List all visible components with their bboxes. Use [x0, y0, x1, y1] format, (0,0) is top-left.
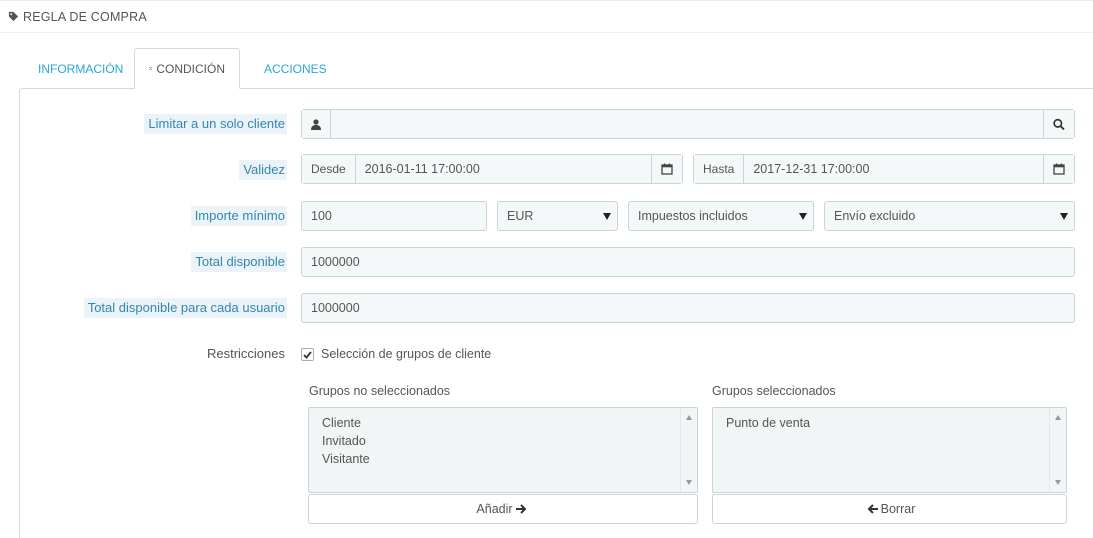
list-item[interactable]: Invitado [322, 432, 684, 450]
minimum-amount-value: 100 [311, 209, 332, 223]
date-from-field[interactable]: Desde 2016-01-11 17:00:00 [301, 154, 683, 184]
add-group-button[interactable]: Añadir [308, 494, 698, 524]
shuffle-icon [149, 67, 153, 70]
selected-groups-list[interactable]: Punto de venta [712, 407, 1067, 493]
list-item[interactable]: Visitante [322, 450, 684, 468]
unselected-groups-title: Grupos no seleccionados [309, 384, 451, 398]
customer-search-field[interactable] [301, 109, 1075, 139]
total-per-user-input[interactable]: 1000000 [301, 293, 1075, 323]
validity-label: Validez [239, 160, 287, 180]
scroll-up-icon[interactable] [1055, 415, 1061, 420]
shipping-value: Envío excluido [834, 209, 916, 223]
check-icon [303, 350, 312, 359]
total-per-user-label: Total disponible para cada usuario [83, 298, 287, 318]
tax-value: Impuestos incluidos [638, 209, 748, 223]
tab-informacion[interactable]: INFORMACIÓN [20, 48, 134, 89]
minimum-amount-input[interactable]: 100 [301, 201, 487, 231]
date-from-input[interactable]: 2016-01-11 17:00:00 [356, 162, 651, 176]
date-to-addon: Hasta [694, 155, 745, 183]
tab-condicion[interactable]: CONDICIÓN [134, 48, 240, 89]
group-restriction-label[interactable]: Selección de grupos de cliente [321, 347, 491, 361]
tab-acciones[interactable]: ACCIONES [246, 48, 336, 89]
shipping-select[interactable]: Envío excluido [824, 201, 1075, 231]
list-item[interactable]: Cliente [322, 414, 684, 432]
add-button-label: Añadir [476, 502, 513, 516]
date-to-input[interactable]: 2017-12-31 17:00:00 [744, 162, 1043, 176]
tab-label: ACCIONES [264, 61, 327, 76]
scroll-down-icon[interactable] [1055, 480, 1061, 485]
scroll-up-icon[interactable] [686, 415, 692, 420]
panel-heading: REGLA DE COMPRA [0, 0, 1093, 33]
arrow-left-icon [867, 504, 878, 514]
total-available-label: Total disponible [191, 252, 287, 272]
remove-group-button[interactable]: Borrar [712, 494, 1067, 524]
scrollbar[interactable] [1049, 408, 1066, 492]
total-available-value: 1000000 [311, 255, 360, 269]
chevron-down-icon [603, 212, 611, 220]
customer-label: Limitar a un solo cliente [144, 114, 287, 134]
currency-select[interactable]: EUR [497, 201, 618, 231]
chevron-down-icon [1060, 212, 1068, 220]
tab-label: CONDICIÓN [156, 61, 225, 76]
calendar-icon[interactable] [1043, 155, 1074, 183]
total-per-user-value: 1000000 [311, 301, 360, 315]
scrollbar[interactable] [680, 408, 697, 492]
user-icon [302, 110, 331, 138]
minimum-amount-label: Importe mínimo [190, 206, 287, 226]
remove-button-label: Borrar [880, 502, 916, 516]
list-item[interactable]: Punto de venta [726, 414, 1053, 432]
currency-value: EUR [507, 209, 534, 223]
arrow-right-icon [515, 504, 526, 514]
unselected-groups-list[interactable]: Cliente Invitado Visitante [308, 407, 698, 493]
scroll-down-icon[interactable] [686, 480, 692, 485]
panel-title: REGLA DE COMPRA [23, 9, 147, 24]
tab-label: INFORMACIÓN [38, 61, 124, 76]
group-restriction-checkbox[interactable] [301, 348, 314, 361]
selected-groups-title: Grupos seleccionados [712, 384, 836, 398]
date-to-field[interactable]: Hasta 2017-12-31 17:00:00 [693, 154, 1075, 184]
tag-icon [8, 11, 19, 22]
date-from-addon: Desde [302, 155, 356, 183]
tax-select[interactable]: Impuestos incluidos [628, 201, 814, 231]
calendar-icon[interactable] [651, 155, 682, 183]
chevron-down-icon [799, 212, 807, 220]
restrictions-label: Restricciones [206, 346, 285, 361]
search-icon[interactable] [1043, 110, 1074, 138]
tab-bar: INFORMACIÓN CONDICIÓN ACCIONES [20, 48, 1093, 89]
total-available-input[interactable]: 1000000 [301, 247, 1075, 277]
